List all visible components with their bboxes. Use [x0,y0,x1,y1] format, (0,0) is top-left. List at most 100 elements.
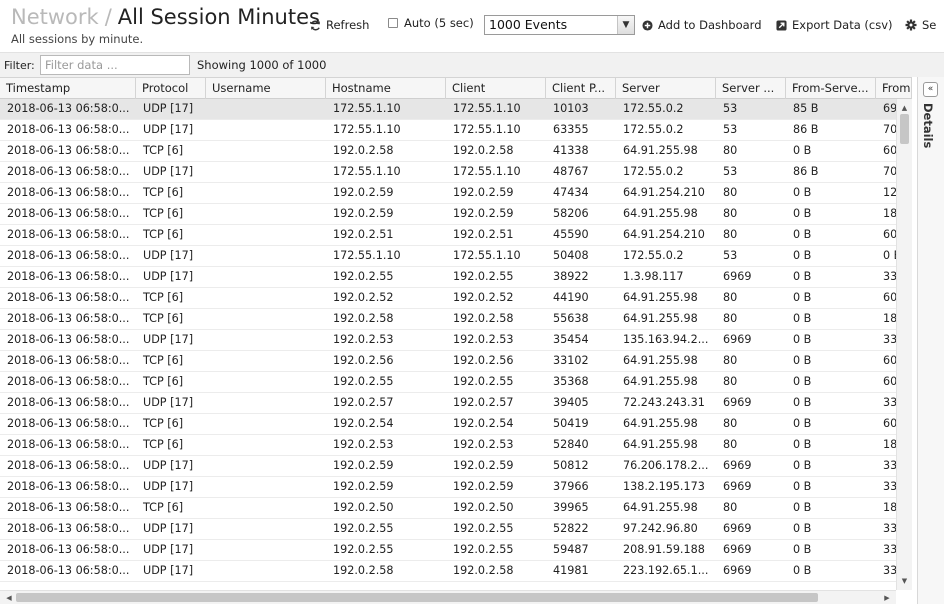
table-row[interactable]: 2018-06-13 06:58:0... UDP [17] 172.55.1.10… [0,120,896,141]
cell-hostname: 172.55.1.10 [333,249,401,262]
add-to-dashboard-button[interactable]: Add to Dashboard [642,16,762,34]
column-header-hostname[interactable]: Hostname [326,78,446,99]
scroll-down-icon[interactable]: ▼ [897,575,912,587]
vertical-scroll-thumb[interactable] [900,114,909,144]
cell-hostname: 172.55.1.10 [333,165,401,178]
cell-client-port: 37966 [553,480,589,493]
table-row[interactable]: 2018-06-13 06:58:0... TCP [6] 192.0.2.52 19… [0,288,896,309]
cell-server-port: 6969 [723,522,752,535]
refresh-button[interactable]: Refresh [310,16,369,34]
column-header-server[interactable]: Server [616,78,716,99]
table-row[interactable]: 2018-06-13 06:58:0... TCP [6] 192.0.2.51 19… [0,225,896,246]
column-header-from-server-bytes[interactable]: From-Serve... [786,78,876,99]
table-row[interactable]: 2018-06-13 06:58:0... UDP [17] 192.0.2.55 1… [0,540,896,561]
cell-server-port: 53 [723,165,738,178]
table-row[interactable]: 2018-06-13 06:58:0... TCP [6] 192.0.2.50 19… [0,498,896,519]
cell-from-server-bytes: 0 B [793,543,812,556]
cell-server-port: 80 [723,144,738,157]
column-header-username[interactable]: Username [206,78,326,99]
cell-server: 64.91.255.98 [623,291,698,304]
horizontal-scroll-thumb[interactable] [16,593,818,602]
refresh-icon [311,20,320,30]
column-header-client[interactable]: Client [446,78,546,99]
cell-from-server-bytes: 85 B [793,102,819,115]
cell-from: 33 [883,480,896,493]
table-row[interactable]: 2018-06-13 06:58:0... TCP [6] 192.0.2.56 19… [0,351,896,372]
cell-protocol: TCP [6] [143,291,184,304]
cell-from-server-bytes: 0 B [793,480,812,493]
cell-from: 33 [883,396,896,409]
cell-from-server-bytes: 0 B [793,459,812,472]
table-body[interactable]: 2018-06-13 06:58:0... UDP [17] 172.55.1.10… [0,99,896,590]
table-row[interactable]: 2018-06-13 06:58:0... UDP [17] 192.0.2.59 1… [0,456,896,477]
cell-from: 33 [883,459,896,472]
table-row[interactable]: 2018-06-13 06:58:0... UDP [17] 192.0.2.57 1… [0,393,896,414]
cell-server: 64.91.255.98 [623,207,698,220]
cell-server: 172.55.0.2 [623,165,684,178]
table-row[interactable]: 2018-06-13 06:58:0... TCP [6] 192.0.2.54 19… [0,414,896,435]
table-row[interactable]: 2018-06-13 06:58:0... TCP [6] 192.0.2.55 19… [0,372,896,393]
scroll-left-icon[interactable]: ◀ [3,591,15,604]
column-header-timestamp[interactable]: Timestamp [0,78,136,99]
column-header-client-port[interactable]: Client P... [546,78,616,99]
session-minutes-page: Network / All Session Minutes All sessions… [0,0,944,604]
auto-refresh-checkbox[interactable] [388,18,398,28]
breadcrumb-parent-link[interactable]: Network [11,5,99,29]
table-row[interactable]: 2018-06-13 06:58:0... TCP [6] 192.0.2.53 19… [0,435,896,456]
scroll-up-icon[interactable]: ▲ [897,102,912,114]
table-row[interactable]: 2018-06-13 06:58:0... UDP [17] 192.0.2.58 1… [0,561,896,582]
cell-hostname: 192.0.2.50 [333,501,394,514]
gear-icon [905,19,917,31]
vertical-scrollbar[interactable]: ▲ ▼ [896,99,912,590]
cell-protocol: TCP [6] [143,207,184,220]
table-row[interactable]: 2018-06-13 06:58:0... UDP [17] 172.55.1.10… [0,162,896,183]
cell-hostname: 192.0.2.59 [333,186,394,199]
table-row[interactable]: 2018-06-13 06:58:0... UDP [17] 192.0.2.59 1… [0,477,896,498]
horizontal-scrollbar[interactable]: ◀ ▶ [0,590,896,604]
events-count-select[interactable]: 1000 Events ▼ [484,15,635,35]
cell-server: 64.91.255.98 [623,501,698,514]
table-row[interactable]: 2018-06-13 06:58:0... UDP [17] 172.55.1.10… [0,99,896,120]
table-row[interactable]: 2018-06-13 06:58:0... TCP [6] 192.0.2.59 19… [0,204,896,225]
settings-label: Se [922,18,937,32]
table-row[interactable]: 2018-06-13 06:58:0... UDP [17] 192.0.2.55 1… [0,519,896,540]
column-header-protocol[interactable]: Protocol [136,78,206,99]
cell-from-server-bytes: 0 B [793,186,812,199]
cell-username [206,351,326,372]
cell-username [206,456,326,477]
auto-refresh-label[interactable]: Auto (5 sec) [404,16,474,30]
cell-client-port: 35368 [553,375,589,388]
table-row[interactable]: 2018-06-13 06:58:0... UDP [17] 172.55.1.10… [0,246,896,267]
settings-button[interactable]: Se [905,16,936,34]
cell-client-port: 41338 [553,144,589,157]
cell-from: 60 [883,291,896,304]
cell-protocol: TCP [6] [143,417,184,430]
cell-hostname: 172.55.1.10 [333,102,401,115]
cell-from: 60 [883,417,896,430]
cell-from-server-bytes: 0 B [793,249,812,262]
details-panel-label[interactable]: Details [921,103,935,148]
cell-from: 18 [883,312,896,325]
column-header-server-port[interactable]: Server ... [716,78,786,99]
breadcrumb-separator: / [104,5,112,29]
cell-hostname: 192.0.2.59 [333,480,394,493]
cell-protocol: UDP [17] [143,522,194,535]
cell-from: 60 [883,228,896,241]
cell-username [206,225,326,246]
export-data-button[interactable]: Export Data (csv) [776,16,893,34]
table-row[interactable]: 2018-06-13 06:58:0... TCP [6] 192.0.2.59 19… [0,183,896,204]
table-row[interactable]: 2018-06-13 06:58:0... UDP [17] 192.0.2.55 1… [0,267,896,288]
scroll-right-icon[interactable]: ▶ [881,591,893,604]
cell-from-server-bytes: 0 B [793,375,812,388]
cell-username [206,435,326,456]
table-row[interactable]: 2018-06-13 06:58:0... TCP [6] 192.0.2.58 19… [0,309,896,330]
table-row[interactable]: 2018-06-13 06:58:0... TCP [6] 192.0.2.58 19… [0,141,896,162]
filter-input[interactable] [40,55,190,75]
page-title: All Session Minutes [117,5,320,29]
expand-details-icon[interactable]: « [923,82,938,97]
column-header-from[interactable]: From [876,78,912,99]
cell-from: 18 [883,501,896,514]
chevron-down-icon[interactable]: ▼ [617,16,634,34]
table-row[interactable]: 2018-06-13 06:58:0... UDP [17] 192.0.2.53 1… [0,330,896,351]
cell-timestamp: 2018-06-13 06:58:0... [7,543,130,556]
